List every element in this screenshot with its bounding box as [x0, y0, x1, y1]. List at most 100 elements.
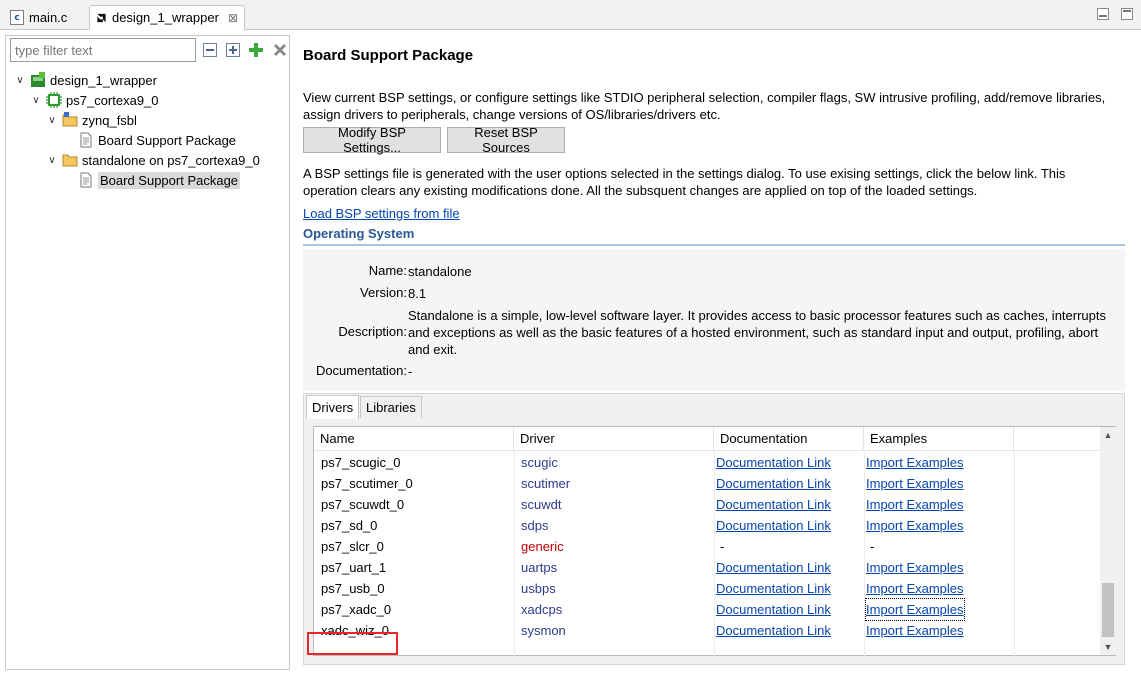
vertical-scrollbar[interactable]: ▲ ▼	[1100, 427, 1116, 655]
scroll-up-icon[interactable]: ▲	[1100, 427, 1116, 443]
table-row[interactable]: ps7_scugic_0 scugic Documentation Link I…	[314, 452, 1100, 473]
column-header-documentation[interactable]: Documentation	[714, 427, 864, 451]
expand-all-icon[interactable]	[225, 42, 241, 58]
drivers-libraries-panel: Drivers Libraries Name Driver Documentat…	[303, 393, 1125, 665]
tab-design-1-wrapper[interactable]: design_1_wrapper ⊠	[89, 5, 245, 30]
import-examples-link[interactable]: Import Examples	[866, 473, 964, 494]
documentation-link[interactable]: Documentation Link	[716, 494, 831, 515]
examples-cell: -	[870, 539, 875, 554]
intro-line: assign drivers to peripherals, change ve…	[303, 107, 721, 122]
driver-cell[interactable]: usbps	[521, 578, 556, 599]
tree-item-standalone[interactable]: ∨ standalone on ps7_cortexa9_0	[46, 150, 259, 170]
table-row[interactable]: ps7_scuwdt_0 scuwdt Documentation Link I…	[314, 494, 1100, 515]
close-icon[interactable]: ⊠	[228, 11, 238, 25]
minimize-button[interactable]	[1097, 8, 1109, 20]
section-divider	[303, 244, 1125, 246]
tree-item-zynq-fsbl[interactable]: ∨ zynq_fsbl	[46, 110, 137, 130]
documentation-link[interactable]: Documentation Link	[716, 620, 831, 641]
chevron-down-icon[interactable]: ∨	[14, 75, 26, 86]
import-examples-link[interactable]: Import Examples	[866, 557, 964, 578]
reset-bsp-sources-button[interactable]: Reset BSP Sources	[447, 125, 565, 155]
chevron-down-icon[interactable]: ∨	[46, 115, 58, 126]
maximize-button[interactable]	[1121, 8, 1133, 20]
tab-main-c[interactable]: c main.c	[4, 5, 86, 30]
os-documentation-label: Documentation:	[315, 363, 407, 378]
scroll-thumb[interactable]	[1102, 583, 1114, 637]
collapse-all-icon[interactable]	[202, 42, 218, 58]
scroll-down-icon[interactable]: ▼	[1100, 639, 1116, 655]
table-row[interactable]: ps7_scutimer_0 scutimer Documentation Li…	[314, 473, 1100, 494]
tab-libraries[interactable]: Libraries	[360, 396, 422, 418]
c-file-icon: c	[10, 10, 24, 25]
import-examples-link[interactable]: Import Examples	[866, 494, 964, 515]
filter-input[interactable]	[10, 38, 196, 62]
add-icon[interactable]	[248, 42, 264, 58]
driver-cell[interactable]: scugic	[521, 452, 558, 473]
documentation-link[interactable]: Documentation Link	[716, 557, 831, 578]
os-description-label: Description:	[338, 324, 407, 339]
driver-name-cell: ps7_xadc_0	[321, 602, 392, 617]
documentation-link[interactable]: Documentation Link	[716, 578, 831, 599]
driver-name-cell: ps7_slcr_0	[321, 539, 384, 554]
os-info-panel: Name: standalone Version: 8.1 Descriptio…	[303, 249, 1125, 391]
section-title-operating-system: Operating System	[303, 226, 415, 241]
driver-cell[interactable]: sdps	[521, 515, 548, 536]
table-row[interactable]: ps7_slcr_0 generic - -	[314, 536, 1100, 557]
table-row[interactable]: ps7_sd_0 sdps Documentation Link Import …	[314, 515, 1100, 536]
document-icon	[80, 172, 92, 188]
chevron-down-icon[interactable]: ∨	[46, 155, 58, 166]
project-explorer-pane: ∨ design_1_wrapper ∨ ps7_cortexa9_0 ∨ zy…	[5, 35, 290, 670]
tab-label: design_1_wrapper	[111, 10, 219, 25]
tree-item-label: Board Support Package	[98, 132, 237, 148]
tree-item-label: ps7_cortexa9_0	[66, 92, 159, 108]
column-header-name[interactable]: Name	[314, 427, 514, 451]
page-title: Board Support Package	[303, 47, 474, 64]
chevron-down-icon[interactable]: ∨	[30, 95, 42, 106]
note-text: A BSP settings file is generated with th…	[303, 165, 1123, 199]
driver-cell[interactable]: uartps	[521, 557, 557, 578]
table-row[interactable]: ps7_uart_1 uartps Documentation Link Imp…	[314, 557, 1100, 578]
driver-cell[interactable]: scutimer	[521, 473, 570, 494]
driver-cell[interactable]: xadcps	[521, 599, 562, 620]
import-examples-link[interactable]: Import Examples	[866, 620, 964, 641]
load-bsp-settings-link[interactable]: Load BSP settings from file	[303, 205, 460, 222]
documentation-link[interactable]: Documentation Link	[716, 599, 831, 620]
import-examples-link[interactable]: Import Examples	[866, 578, 964, 599]
intro-line: View current BSP settings, or configure …	[303, 90, 1106, 105]
import-examples-link[interactable]: Import Examples	[866, 452, 964, 473]
os-version-value: 8.1	[408, 286, 427, 301]
import-examples-link[interactable]: Import Examples	[866, 515, 964, 536]
os-documentation-value: -	[408, 364, 413, 379]
driver-name-cell: ps7_usb_0	[321, 581, 385, 596]
column-header-examples[interactable]: Examples	[864, 427, 1014, 451]
tree-item-ps7-cortexa9-0[interactable]: ∨ ps7_cortexa9_0	[30, 90, 159, 110]
documentation-link[interactable]: Documentation Link	[716, 473, 831, 494]
description-line: and exceptions as well as the basic feat…	[408, 325, 1099, 340]
table-header: Name Driver Documentation Examples	[314, 427, 1100, 451]
table-row[interactable]: xadc_wiz_0 sysmon Documentation Link Imp…	[314, 620, 1100, 641]
column-header-driver[interactable]: Driver	[514, 427, 714, 451]
tab-label: main.c	[29, 10, 68, 25]
tab-drivers[interactable]: Drivers	[306, 395, 360, 419]
filter-toolbar	[10, 38, 290, 62]
remove-icon[interactable]	[272, 42, 288, 58]
driver-name-cell: ps7_scuwdt_0	[321, 497, 405, 512]
import-examples-link[interactable]: Import Examples	[865, 598, 965, 621]
tree-item-bsp-fsbl[interactable]: Board Support Package	[78, 130, 236, 150]
table-row[interactable]: ps7_usb_0 usbps Documentation Link Impor…	[314, 578, 1100, 599]
documentation-link[interactable]: Documentation Link	[716, 452, 831, 473]
driver-name-cell: ps7_scugic_0	[321, 455, 401, 470]
driver-name-cell: ps7_uart_1	[321, 560, 387, 575]
driver-cell[interactable]: generic	[521, 536, 564, 557]
tree-item-design-1-wrapper[interactable]: ∨ design_1_wrapper	[14, 70, 157, 90]
processor-icon	[46, 92, 62, 108]
domain-folder-icon	[62, 154, 78, 167]
tree-item-bsp-standalone[interactable]: Board Support Package	[78, 170, 241, 190]
os-version-label: Version:	[360, 285, 407, 300]
documentation-link[interactable]: Documentation Link	[716, 515, 831, 536]
table-row[interactable]: ps7_xadc_0 xadcps Documentation Link Imp…	[314, 598, 1100, 621]
driver-cell[interactable]: scuwdt	[521, 494, 561, 515]
driver-cell[interactable]: sysmon	[521, 620, 566, 641]
modify-bsp-settings-button[interactable]: Modify BSP Settings...	[303, 125, 441, 155]
os-name-label: Name:	[368, 263, 407, 278]
